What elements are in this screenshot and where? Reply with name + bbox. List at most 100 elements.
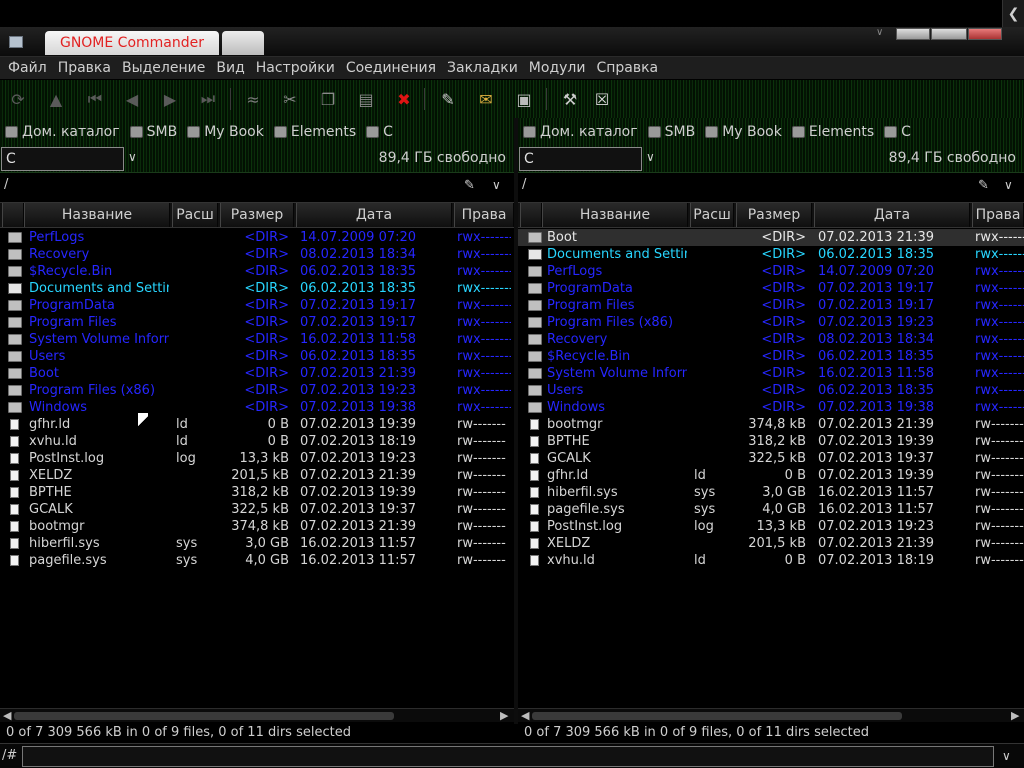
table-row[interactable]: PerfLogs <DIR> 14.07.2009 07:20 rwx------- [0, 229, 514, 246]
pencil-icon[interactable]: ✎ [978, 178, 989, 193]
col-date[interactable]: Дата [296, 203, 452, 227]
chevron-down-icon[interactable]: ∨ [492, 178, 501, 192]
table-row[interactable]: hiberfil.sys sys 3,0 GB 16.02.2013 11:57 rw-… [518, 484, 1024, 501]
menu-settings[interactable]: Настройки [256, 60, 335, 76]
scroll-right-icon[interactable]: ▶ [1011, 709, 1019, 723]
col-perm[interactable]: Права [454, 203, 514, 227]
scroll-left-icon[interactable]: ◀ [521, 709, 529, 723]
table-row[interactable]: System Volume Information <DIR> 16.02.2013… [0, 331, 514, 348]
menu-view[interactable]: Вид [216, 60, 244, 76]
table-row[interactable]: pagefile.sys sys 4,0 GB 16.02.2013 11:57 rw-… [518, 501, 1024, 518]
chevron-down-icon[interactable]: ∨ [646, 150, 655, 164]
chevron-down-icon[interactable]: ∨ [1004, 178, 1013, 192]
minimize-button[interactable] [896, 28, 930, 40]
chevron-down-icon[interactable]: ∨ [876, 27, 883, 38]
bookmark-smb[interactable]: SMB [129, 124, 177, 140]
table-row[interactable]: bootmgr 374,8 kB 07.02.2013 21:39 rw------- [518, 416, 1024, 433]
bookmark-home[interactable]: Дом. каталог [523, 124, 638, 140]
table-row[interactable]: BPTHE 318,2 kB 07.02.2013 19:39 rw------- [518, 433, 1024, 450]
left-drive-select[interactable]: C [1, 147, 124, 171]
connect-icon[interactable]: ≈ [243, 89, 263, 109]
copy-icon[interactable]: ❐ [318, 89, 338, 109]
table-row[interactable]: PostInst.log log 13,3 kB 07.02.2013 19:23 rw… [0, 450, 514, 467]
menu-help[interactable]: Справка [596, 60, 658, 76]
paste-icon[interactable]: ▤ [356, 89, 376, 109]
menu-bookmarks[interactable]: Закладки [447, 60, 518, 76]
refresh-icon[interactable]: ⟳ [8, 89, 28, 109]
menu-file[interactable]: Файл [8, 60, 47, 76]
menu-plugins[interactable]: Модули [529, 60, 586, 76]
table-row[interactable]: $Recycle.Bin <DIR> 06.02.2013 18:35 rwx----… [518, 348, 1024, 365]
table-row[interactable]: Program Files <DIR> 07.02.2013 19:17 rwx---… [518, 297, 1024, 314]
col-name[interactable]: Название [542, 203, 688, 227]
table-row[interactable]: xvhu.ld ld 0 B 07.02.2013 18:19 rw------- [518, 552, 1024, 569]
col-size[interactable]: Размер [220, 203, 294, 227]
right-path-bar[interactable]: / ✎ ∨ [518, 172, 1024, 198]
terminal-icon[interactable]: ▣ [514, 89, 534, 109]
delete-icon[interactable]: ✖ [394, 89, 414, 109]
last-icon[interactable]: ⏭ [198, 89, 218, 109]
table-row[interactable]: Users <DIR> 06.02.2013 18:35 rwx------- [0, 348, 514, 365]
scroll-thumb[interactable] [14, 712, 394, 720]
window-title-tab[interactable]: GNOME Commander [45, 31, 219, 55]
right-drive-select[interactable]: C [519, 147, 642, 171]
scroll-thumb[interactable] [532, 712, 902, 720]
right-file-list[interactable]: Boot<DIR>07.02.2013 21:39rwx-------Docum… [518, 229, 1024, 707]
table-row[interactable]: Program Files <DIR> 07.02.2013 19:17 rwx---… [0, 314, 514, 331]
table-row[interactable]: BPTHE 318,2 kB 07.02.2013 19:39 rw------- [0, 484, 514, 501]
col-icon[interactable] [2, 203, 24, 227]
table-row[interactable]: gfhr.ld ld 0 B 07.02.2013 19:39 rw------- [0, 416, 514, 433]
table-row[interactable]: Boot <DIR> 07.02.2013 21:39 rwx------- [0, 365, 514, 382]
bookmark-home[interactable]: Дом. каталог [5, 124, 120, 140]
table-row[interactable]: $Recycle.Bin <DIR> 06.02.2013 18:35 rwx----… [0, 263, 514, 280]
menu-connections[interactable]: Соединения [346, 60, 436, 76]
col-perm[interactable]: Права [972, 203, 1024, 227]
close-panel-icon[interactable]: ☒ [592, 89, 612, 109]
left-hscrollbar[interactable]: ◀ ▶ [0, 708, 514, 722]
pencil-icon[interactable]: ✎ [464, 178, 475, 193]
table-row[interactable]: Program Files (x86) <DIR> 07.02.2013 19:23… [0, 382, 514, 399]
scroll-right-icon[interactable]: ▶ [500, 709, 508, 723]
table-row[interactable]: Program Files (x86) <DIR> 07.02.2013 19:23… [518, 314, 1024, 331]
table-row[interactable]: PostInst.log log 13,3 kB 07.02.2013 19:23 rw… [518, 518, 1024, 535]
table-row[interactable]: Boot <DIR> 07.02.2013 21:39 rwx------- [518, 229, 1024, 246]
tool-icon[interactable]: ⚒ [560, 89, 580, 109]
table-row[interactable]: XELDZ 201,5 kB 07.02.2013 21:39 rw------- [518, 535, 1024, 552]
table-row[interactable]: bootmgr 374,8 kB 07.02.2013 21:39 rw------- [0, 518, 514, 535]
table-row[interactable]: XELDZ 201,5 kB 07.02.2013 21:39 rw------- [0, 467, 514, 484]
left-file-list[interactable]: PerfLogs <DIR> 14.07.2009 07:20 rwx------- R… [0, 229, 514, 707]
table-row[interactable]: GCALK 322,5 kB 07.02.2013 19:37 rw------- [518, 450, 1024, 467]
bookmark-elements[interactable]: Elements [791, 124, 874, 140]
bookmark-elements[interactable]: Elements [273, 124, 356, 140]
table-row[interactable]: GCALK 322,5 kB 07.02.2013 19:37 rw------- [0, 501, 514, 518]
cut-icon[interactable]: ✂ [280, 89, 300, 109]
menu-edit[interactable]: Правка [58, 60, 111, 76]
menu-select[interactable]: Выделение [122, 60, 205, 76]
col-ext[interactable]: Расш [172, 203, 218, 227]
command-input[interactable] [22, 746, 994, 767]
table-row[interactable]: gfhr.ld ld 0 B 07.02.2013 19:39 rw------- [518, 467, 1024, 484]
up-icon[interactable]: ▲ [46, 89, 66, 109]
table-row[interactable]: pagefile.sys sys 4,0 GB 16.02.2013 11:57 rw-… [0, 552, 514, 569]
right-hscrollbar[interactable]: ◀ ▶ [518, 708, 1024, 722]
table-row[interactable]: Recovery <DIR> 08.02.2013 18:34 rwx------- [0, 246, 514, 263]
table-row[interactable]: hiberfil.sys sys 3,0 GB 16.02.2013 11:57 rw-… [0, 535, 514, 552]
close-button[interactable] [968, 28, 1002, 40]
scroll-left-icon[interactable]: ◀ [3, 709, 11, 723]
col-icon[interactable] [520, 203, 542, 227]
table-row[interactable]: Documents and Settings <DIR> 06.02.2013 18… [0, 280, 514, 297]
back-icon[interactable]: ◀ [122, 89, 142, 109]
left-path-bar[interactable]: / ✎ ∨ [0, 172, 514, 198]
inactive-tab[interactable] [222, 31, 264, 55]
table-row[interactable]: Windows <DIR> 07.02.2013 19:38 rwx------- [518, 399, 1024, 416]
table-row[interactable]: Users <DIR> 06.02.2013 18:35 rwx------- [518, 382, 1024, 399]
col-ext[interactable]: Расш [690, 203, 734, 227]
table-row[interactable]: Documents and Settings <DIR> 06.02.2013 18… [518, 246, 1024, 263]
bookmark-c[interactable]: C [884, 124, 911, 140]
mail-icon[interactable]: ✉ [476, 89, 496, 109]
maximize-button[interactable] [931, 28, 967, 40]
table-row[interactable]: xvhu.ld ld 0 B 07.02.2013 18:19 rw------- [0, 433, 514, 450]
col-name[interactable]: Название [24, 203, 170, 227]
table-row[interactable]: ProgramData <DIR> 07.02.2013 19:17 rwx-----… [0, 297, 514, 314]
bookmark-smb[interactable]: SMB [647, 124, 695, 140]
